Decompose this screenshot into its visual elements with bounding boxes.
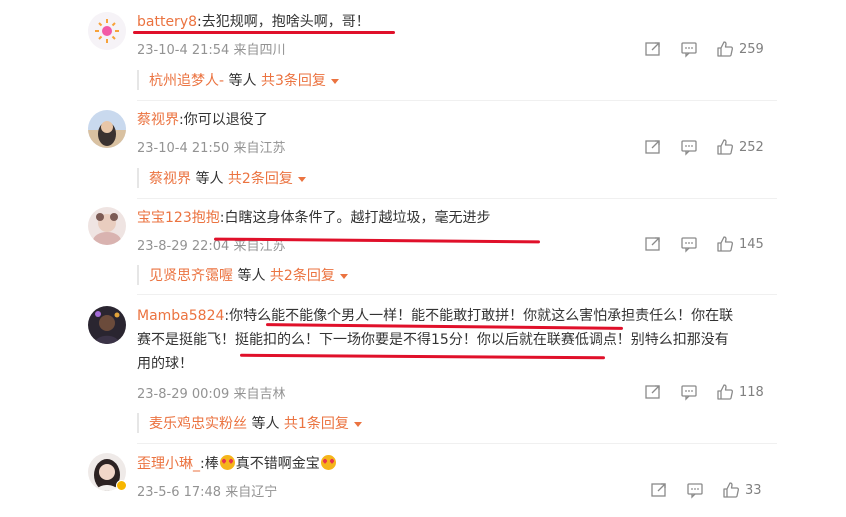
like-button[interactable]: 118 xyxy=(716,381,764,403)
caret-down-icon xyxy=(353,421,362,427)
avatar[interactable] xyxy=(88,207,126,245)
username-link[interactable]: 蔡视界 xyxy=(137,112,179,128)
comment-meta: 23-10-4 21:54 来自四川 xyxy=(137,43,286,58)
verified-badge-icon xyxy=(116,480,127,491)
avatar[interactable] xyxy=(88,110,126,148)
like-count: 118 xyxy=(739,384,764,400)
like-count: 259 xyxy=(739,41,764,57)
comment-meta: 23-8-29 00:09 来自吉林 xyxy=(137,387,286,402)
like-count: 145 xyxy=(739,236,764,252)
thumbs-up-icon xyxy=(716,235,734,253)
like-count: 252 xyxy=(739,139,764,155)
comment-icon[interactable] xyxy=(680,136,698,158)
caret-down-icon xyxy=(297,176,306,182)
thumbs-up-icon xyxy=(716,40,734,58)
share-icon[interactable] xyxy=(644,233,662,255)
comment-actions: 259 xyxy=(644,38,774,60)
like-button[interactable]: 252 xyxy=(716,136,764,158)
like-button[interactable]: 259 xyxy=(716,38,764,60)
comment-icon[interactable] xyxy=(686,479,704,501)
replies-summary[interactable]: 见贤思齐霭喔 等人 共2条回复 xyxy=(149,265,348,285)
caret-down-icon xyxy=(339,273,348,279)
share-icon[interactable] xyxy=(644,381,662,403)
share-icon[interactable] xyxy=(644,38,662,60)
username-link[interactable]: battery8 xyxy=(137,14,197,30)
avatar[interactable] xyxy=(88,306,126,344)
comment-meta: 23-5-6 17:48 来自辽宁 xyxy=(137,485,278,500)
username-link[interactable]: 宝宝123抱抱 xyxy=(137,210,220,226)
comment-icon[interactable] xyxy=(680,233,698,255)
replies-summary[interactable]: 杭州追梦人- 等人 共3条回复 xyxy=(149,70,339,90)
like-button[interactable]: 145 xyxy=(716,233,764,255)
expand-replies-link[interactable]: 共2条回复 xyxy=(228,171,293,187)
replies-summary[interactable]: 蔡视界 等人 共2条回复 xyxy=(149,168,306,188)
avatar[interactable] xyxy=(88,12,126,50)
expand-replies-link[interactable]: 共1条回复 xyxy=(284,416,349,432)
caret-down-icon xyxy=(330,78,339,84)
like-count: 33 xyxy=(745,482,762,498)
heart-eyes-emoji-icon xyxy=(320,455,336,470)
username-link[interactable]: 歪理小琳_ xyxy=(137,456,200,472)
annotation-underline xyxy=(133,31,395,34)
thumbs-up-icon xyxy=(722,481,740,499)
heart-eyes-emoji-icon xyxy=(219,455,235,470)
comment-actions: 252 xyxy=(644,136,774,158)
comment-meta: 23-10-4 21:50 来自江苏 xyxy=(137,141,286,156)
comment-text: 歪理小琳_:棒 真不错啊金宝 xyxy=(137,452,777,476)
thumbs-up-icon xyxy=(716,138,734,156)
expand-replies-link[interactable]: 共2条回复 xyxy=(270,268,335,284)
comment-text: 宝宝123抱抱:白瞎这身体条件了。越打越垃圾，毫无进步 xyxy=(137,210,491,226)
comment-actions: 33 xyxy=(650,479,780,501)
thumbs-up-icon xyxy=(716,383,734,401)
comment-actions: 145 xyxy=(644,233,774,255)
comment-text: Mamba5824:你特么能不能像个男人一样！能不能敢打敢拼！你就这么害怕承担责… xyxy=(137,308,734,372)
like-button[interactable]: 33 xyxy=(722,479,762,501)
username-link[interactable]: Mamba5824 xyxy=(137,308,224,324)
expand-replies-link[interactable]: 共3条回复 xyxy=(261,73,326,89)
comment-actions: 118 xyxy=(644,381,774,403)
share-icon[interactable] xyxy=(644,136,662,158)
comment-text: 蔡视界:你可以退役了 xyxy=(137,112,268,128)
replies-summary[interactable]: 麦乐鸡忠实粉丝 等人 共1条回复 xyxy=(149,413,362,433)
share-icon[interactable] xyxy=(650,479,668,501)
comment-icon[interactable] xyxy=(680,38,698,60)
comment-icon[interactable] xyxy=(680,381,698,403)
